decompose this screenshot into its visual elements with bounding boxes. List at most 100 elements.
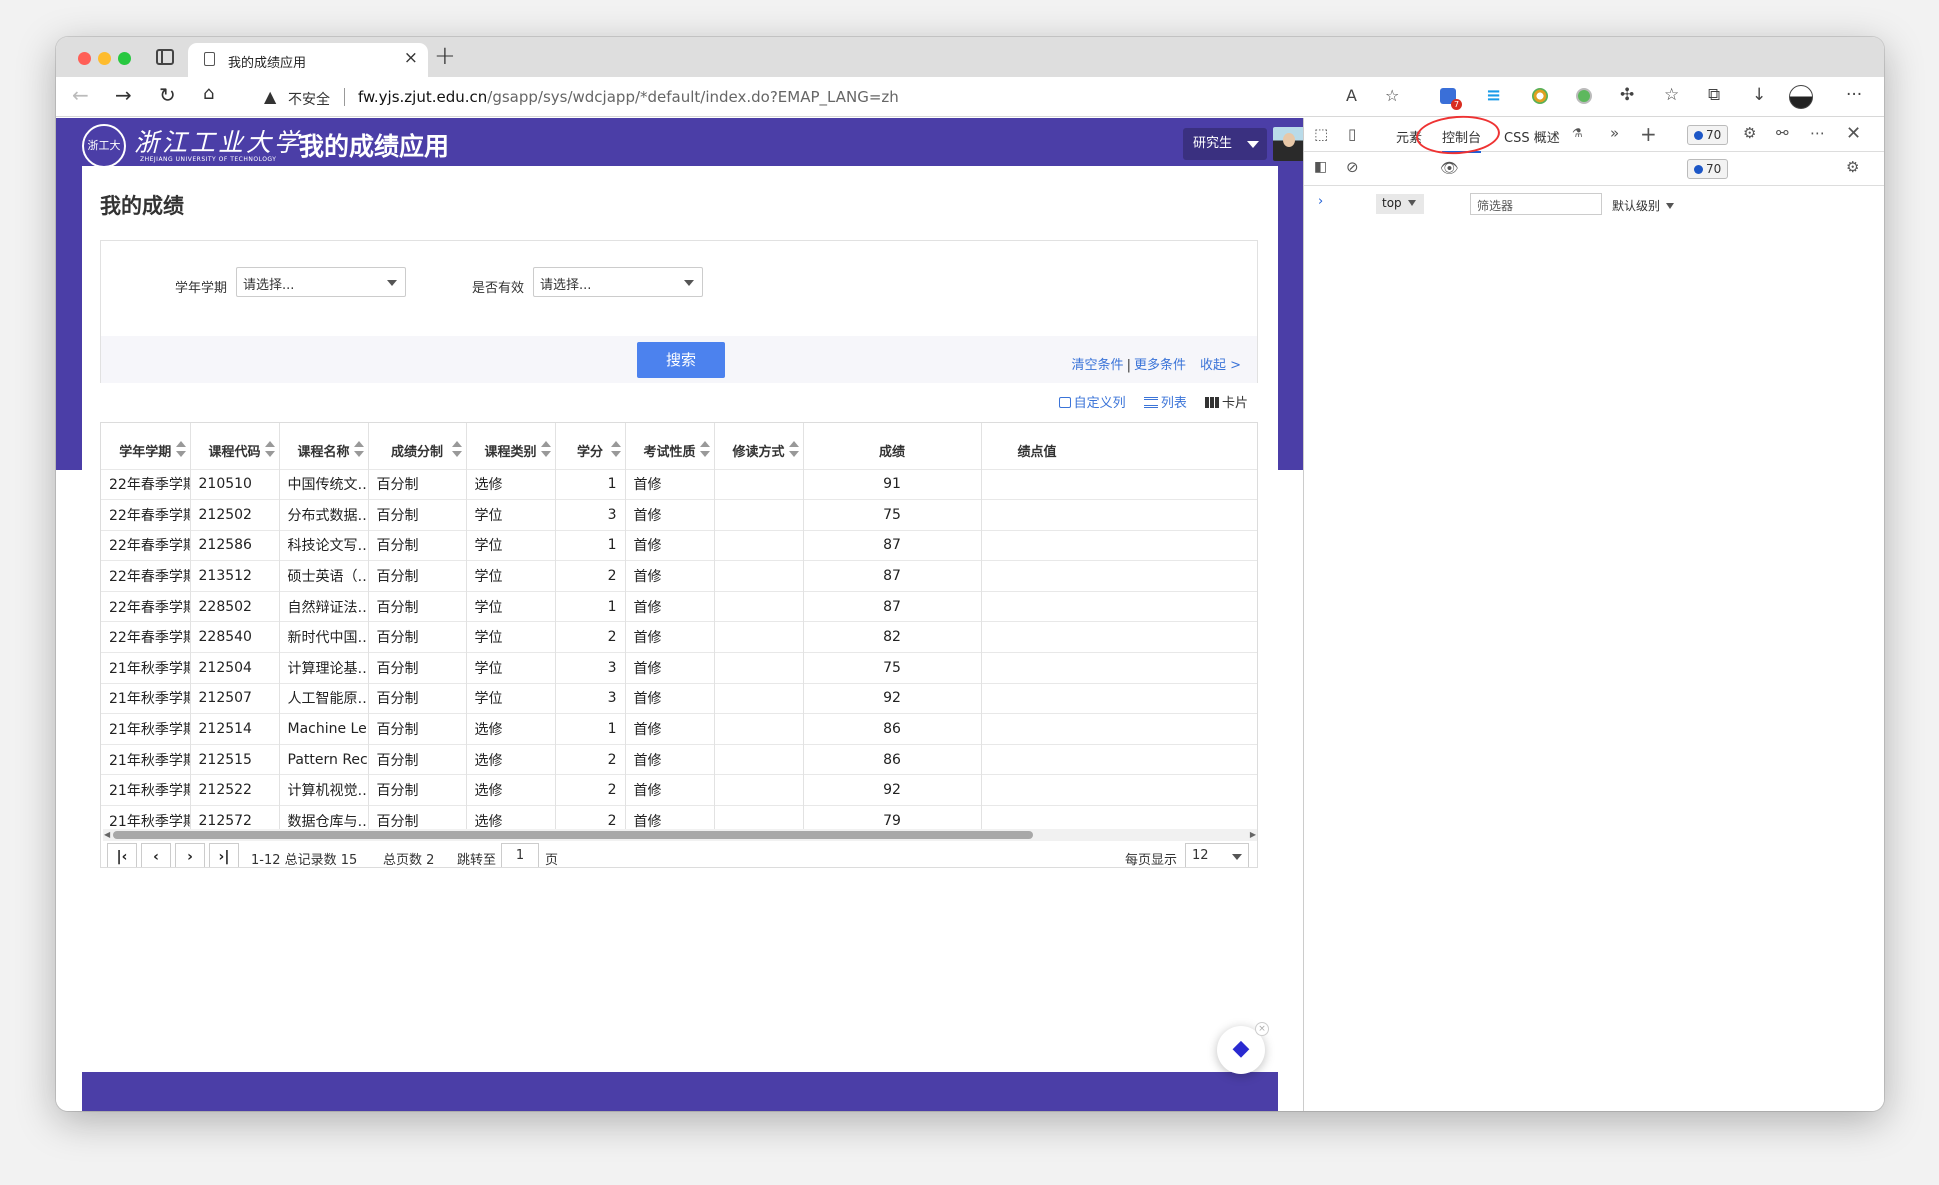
card-view-button[interactable]: 卡片 [1204,396,1248,411]
more-conditions-link[interactable]: 更多条件 [1134,358,1186,373]
new-tab-button[interactable]: + [434,41,456,71]
warning-icon[interactable]: ▲ [264,87,276,106]
table-row[interactable]: 22年春季学期 212502 分布式数据… 百分制 学位 3 首修 75 [101,499,1257,531]
inspect-icon[interactable]: ⬚ [1314,125,1328,143]
table-row[interactable]: 21年秋季学期212515Pattern Rec…百分制选修2首修 86 [101,743,1257,775]
table-row[interactable]: 21年秋季学期212514Machine Le…百分制选修1首修 86 [101,713,1257,745]
message-count-badge[interactable]: 70 [1687,125,1729,145]
extension-icon[interactable]: 7 [1440,88,1462,110]
green-extension-icon[interactable] [1576,88,1592,104]
sort-icon[interactable] [540,441,551,459]
add-favorite-icon[interactable]: ☆ [1385,86,1399,105]
table-cell: 学位 [466,621,556,653]
valid-select[interactable]: 请选择... [533,267,703,297]
console-settings-icon[interactable]: ⚙ [1846,158,1859,176]
table-row[interactable]: 22年春季学期 212586 科技论文写… 百分制 学位 1 首修 87 [101,529,1257,561]
close-devtools-icon[interactable]: ✕ [1846,123,1861,144]
extensions-puzzle-icon[interactable]: ✣ [1620,85,1634,105]
more-menu-icon[interactable]: ··· [1846,85,1862,105]
float-close-icon[interactable]: × [1255,1022,1269,1036]
sort-icon[interactable] [788,441,799,459]
reload-icon[interactable]: ↻ [159,83,176,107]
user-avatar[interactable] [1273,127,1303,161]
horizontal-scrollbar[interactable]: ◀ ▶ [103,829,1257,841]
scroll-left-icon[interactable]: ◀ [104,830,110,839]
column-header[interactable]: 考试性质 [625,423,715,469]
console-prompt[interactable]: › [1318,194,1323,209]
table-row[interactable]: 21年秋季学期 212504 计算理论基… 百分制 学位 3 首修 75 [101,652,1257,684]
maximize-window-button[interactable] [118,52,131,65]
close-window-button[interactable] [78,52,91,65]
column-header[interactable]: 成绩分制 [368,423,467,469]
sort-icon[interactable] [175,441,186,459]
prev-page-button[interactable]: ‹ [141,843,171,867]
downloads-icon[interactable]: ↓ [1752,85,1766,105]
table-row[interactable]: 22年春季学期 228502 自然辩证法… 百分制 学位 1 首修 87 [101,590,1257,622]
device-toggle-icon[interactable]: ▯ [1348,125,1356,143]
connect-icon[interactable]: ⚯ [1776,124,1789,142]
column-header[interactable]: 课程代码 [190,423,280,469]
forward-icon[interactable]: → [115,83,132,107]
sort-icon[interactable] [610,441,621,459]
custom-columns-button[interactable]: 自定义列 [1058,396,1126,411]
column-header[interactable]: 成绩 [803,423,982,469]
add-tab-icon[interactable]: + [1640,122,1657,146]
term-select[interactable]: 请选择... [236,267,406,297]
more-tabs-icon[interactable]: » [1610,124,1619,142]
filter-extension-icon[interactable]: ≡ [1486,85,1501,106]
home-icon[interactable]: ⌂ [203,83,214,104]
table-row[interactable]: 22年春季学期 213512 硕士英语（… 百分制 学位 2 首修 87 [101,560,1257,592]
close-tab-icon[interactable]: × [404,48,418,68]
table-row[interactable]: 22年春季学期 228540 新时代中国… 百分制 学位 2 首修 82 [101,621,1257,653]
color-extension-icon[interactable] [1532,88,1548,104]
column-header[interactable]: 课程名称 [279,423,369,469]
table-cell: Pattern Rec… [279,743,369,775]
column-header[interactable]: 学分 [555,423,626,469]
collections-icon[interactable]: ⧉ [1708,85,1720,105]
tab-actions-icon[interactable] [156,49,174,65]
scroll-right-icon[interactable]: ▶ [1250,830,1256,839]
column-header[interactable]: 课程类别 [466,423,556,469]
browser-tab[interactable]: 我的成绩应用 × [188,43,428,77]
eye-icon[interactable]: 👁 [1440,159,1459,177]
sort-icon[interactable] [699,441,710,459]
per-page-select[interactable]: 12 [1185,843,1249,867]
page-input[interactable]: 1 [501,843,539,867]
settings-gear-icon[interactable]: ⚙ [1743,124,1756,142]
back-icon[interactable]: ← [72,83,89,107]
first-page-button[interactable]: |‹ [107,843,137,867]
sidebar-toggle-icon[interactable]: ◧ [1314,159,1327,175]
console-message-badge[interactable]: 70 [1687,159,1729,179]
url-text[interactable]: fw.yjs.zjut.edu.cn/gsapp/sys/wdcjapp/*de… [358,88,899,106]
column-header[interactable]: 修读方式 [714,423,804,469]
column-header[interactable]: 绩点值 [981,423,1257,469]
console-filter-input[interactable]: 筛选器 [1470,193,1602,215]
tab-css-overview[interactable]: CSS 概述 [1504,127,1560,146]
read-aloud-icon[interactable]: A [1346,86,1357,105]
context-select[interactable]: top [1376,194,1424,214]
collapse-link[interactable]: 收起 > [1200,358,1241,373]
security-label[interactable]: 不安全 [288,89,330,109]
sort-icon[interactable] [353,441,364,459]
log-level-select[interactable]: 默认级别 [1612,197,1675,214]
profile-avatar[interactable] [1789,85,1813,109]
favorites-icon[interactable]: ☆ [1664,85,1679,105]
column-header[interactable]: 学年学期 [101,423,191,469]
table-row[interactable]: 21年秋季学期 212522 计算机视觉… 百分制 选修 2 首修 92 [101,774,1257,806]
role-dropdown[interactable]: 研究生 [1183,128,1267,160]
clear-conditions-link[interactable]: 清空条件 [1072,358,1124,373]
table-cell: 212507 [190,682,280,714]
next-page-button[interactable]: › [175,843,205,867]
omnibox[interactable]: ▲ 不安全 fw.yjs.zjut.edu.cn/gsapp/sys/wdcja… [246,82,1426,112]
minimize-window-button[interactable] [98,52,111,65]
sort-icon[interactable] [264,441,275,459]
list-view-button[interactable]: 列表 [1143,396,1187,411]
search-button[interactable]: 搜索 [637,342,725,378]
table-row[interactable]: 22年春季学期 210510 中国传统文… 百分制 选修 1 首修 91 [101,468,1257,500]
last-page-button[interactable]: ›| [209,843,239,867]
scrollbar-thumb[interactable] [113,831,1033,839]
sort-icon[interactable] [451,441,462,459]
clear-console-icon[interactable]: ⊘ [1346,158,1359,176]
table-row[interactable]: 21年秋季学期 212507 人工智能原… 百分制 学位 3 首修 92 [101,682,1257,714]
devtools-more-icon[interactable]: ⋯ [1810,124,1825,142]
